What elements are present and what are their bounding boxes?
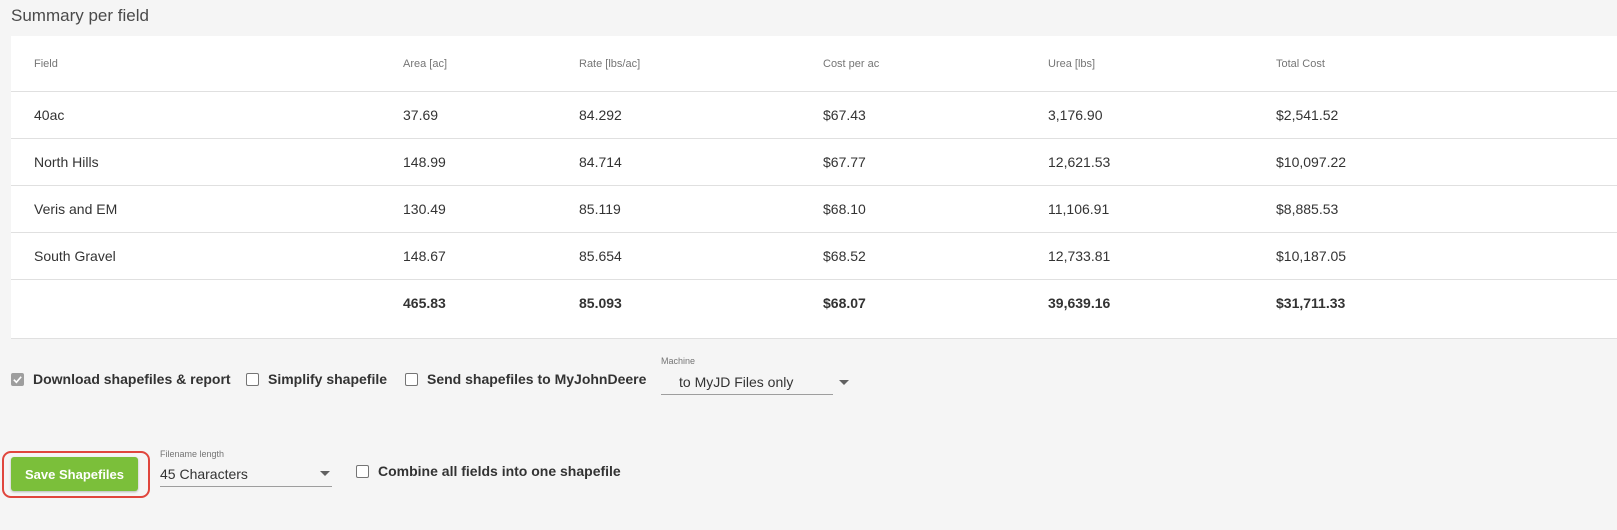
table-header-row: Field Area [ac] Rate [lbs/ac] Cost per a… xyxy=(11,36,1617,92)
total-rate-cell: 85.093 xyxy=(579,279,823,327)
totals-label-cell xyxy=(11,279,403,327)
summary-table: Field Area [ac] Rate [lbs/ac] Cost per a… xyxy=(11,36,1617,327)
combine-fields-label: Combine all fields into one shapefile xyxy=(378,463,621,479)
totals-row: 465.83 85.093 $68.07 39,639.16 $31,711.3… xyxy=(11,279,1617,327)
send-to-myjohndeere-option[interactable]: Send shapefiles to MyJohnDeere xyxy=(405,371,646,387)
filename-length-select[interactable]: Filename length 45 Characters xyxy=(160,449,332,489)
total-cost-cell: $8,885.53 xyxy=(1276,185,1617,233)
rate-cell: 85.654 xyxy=(579,232,823,280)
table-row: North Hills 148.99 84.714 $67.77 12,621.… xyxy=(11,138,1617,186)
machine-select[interactable]: Machine to MyJD Files only xyxy=(661,356,849,396)
simplify-shapefile-label: Simplify shapefile xyxy=(268,371,388,387)
table-row: South Gravel 148.67 85.654 $68.52 12,733… xyxy=(11,232,1617,280)
section-title: Summary per field xyxy=(11,6,149,25)
filename-length-value: 45 Characters xyxy=(160,466,332,487)
grand-total-cost-cell: $31,711.33 xyxy=(1276,279,1617,327)
combine-fields-checkbox[interactable] xyxy=(356,464,369,478)
check-icon xyxy=(13,375,22,383)
table-row: Veris and EM 130.49 85.119 $68.10 11,106… xyxy=(11,185,1617,233)
download-shapefiles-option[interactable]: Download shapefiles & report xyxy=(11,371,231,387)
download-shapefiles-checkbox[interactable] xyxy=(11,372,24,386)
download-shapefiles-label: Download shapefiles & report xyxy=(33,371,231,387)
filename-length-label: Filename length xyxy=(160,449,225,459)
area-cell: 148.99 xyxy=(403,138,579,186)
send-to-myjohndeere-checkbox[interactable] xyxy=(405,372,418,386)
cost-per-ac-cell: $68.52 xyxy=(823,232,1048,280)
send-to-myjohndeere-label: Send shapefiles to MyJohnDeere xyxy=(427,371,647,387)
machine-select-value: to MyJD Files only xyxy=(661,374,833,395)
save-shapefiles-button[interactable]: Save Shapefiles xyxy=(11,457,138,491)
chevron-down-icon[interactable] xyxy=(320,471,330,476)
column-header-total-cost[interactable]: Total Cost xyxy=(1276,36,1617,92)
cost-per-ac-cell: $67.43 xyxy=(823,91,1048,139)
simplify-shapefile-checkbox[interactable] xyxy=(246,372,259,386)
column-header-area[interactable]: Area [ac] xyxy=(403,36,579,92)
column-header-field[interactable]: Field xyxy=(11,36,403,92)
rate-cell: 84.292 xyxy=(579,91,823,139)
cost-per-ac-cell: $67.77 xyxy=(823,138,1048,186)
column-header-cost-per-ac[interactable]: Cost per ac xyxy=(823,36,1048,92)
rate-cell: 84.714 xyxy=(579,138,823,186)
cost-per-ac-cell: $68.10 xyxy=(823,185,1048,233)
field-name-cell: North Hills xyxy=(11,138,403,186)
rate-cell: 85.119 xyxy=(579,185,823,233)
total-cost-cell: $10,187.05 xyxy=(1276,232,1617,280)
area-cell: 130.49 xyxy=(403,185,579,233)
urea-cell: 12,733.81 xyxy=(1048,232,1276,280)
area-cell: 37.69 xyxy=(403,91,579,139)
machine-select-label: Machine xyxy=(661,356,696,366)
total-urea-cell: 39,639.16 xyxy=(1048,279,1276,327)
total-cost-per-ac-cell: $68.07 xyxy=(823,279,1048,327)
total-area-cell: 465.83 xyxy=(403,279,579,327)
total-cost-cell: $2,541.52 xyxy=(1276,91,1617,139)
field-name-cell: Veris and EM xyxy=(11,185,403,233)
table-row: 40ac 37.69 84.292 $67.43 3,176.90 $2,541… xyxy=(11,91,1617,139)
chevron-down-icon[interactable] xyxy=(839,380,849,385)
field-name-cell: 40ac xyxy=(11,91,403,139)
column-header-urea[interactable]: Urea [lbs] xyxy=(1048,36,1276,92)
urea-cell: 3,176.90 xyxy=(1048,91,1276,139)
total-cost-cell: $10,097.22 xyxy=(1276,138,1617,186)
urea-cell: 12,621.53 xyxy=(1048,138,1276,186)
area-cell: 148.67 xyxy=(403,232,579,280)
combine-fields-option[interactable]: Combine all fields into one shapefile xyxy=(356,463,621,479)
column-header-rate[interactable]: Rate [lbs/ac] xyxy=(579,36,823,92)
field-name-cell: South Gravel xyxy=(11,232,403,280)
table-footer xyxy=(11,321,1617,339)
simplify-shapefile-option[interactable]: Simplify shapefile xyxy=(246,371,387,387)
urea-cell: 11,106.91 xyxy=(1048,185,1276,233)
